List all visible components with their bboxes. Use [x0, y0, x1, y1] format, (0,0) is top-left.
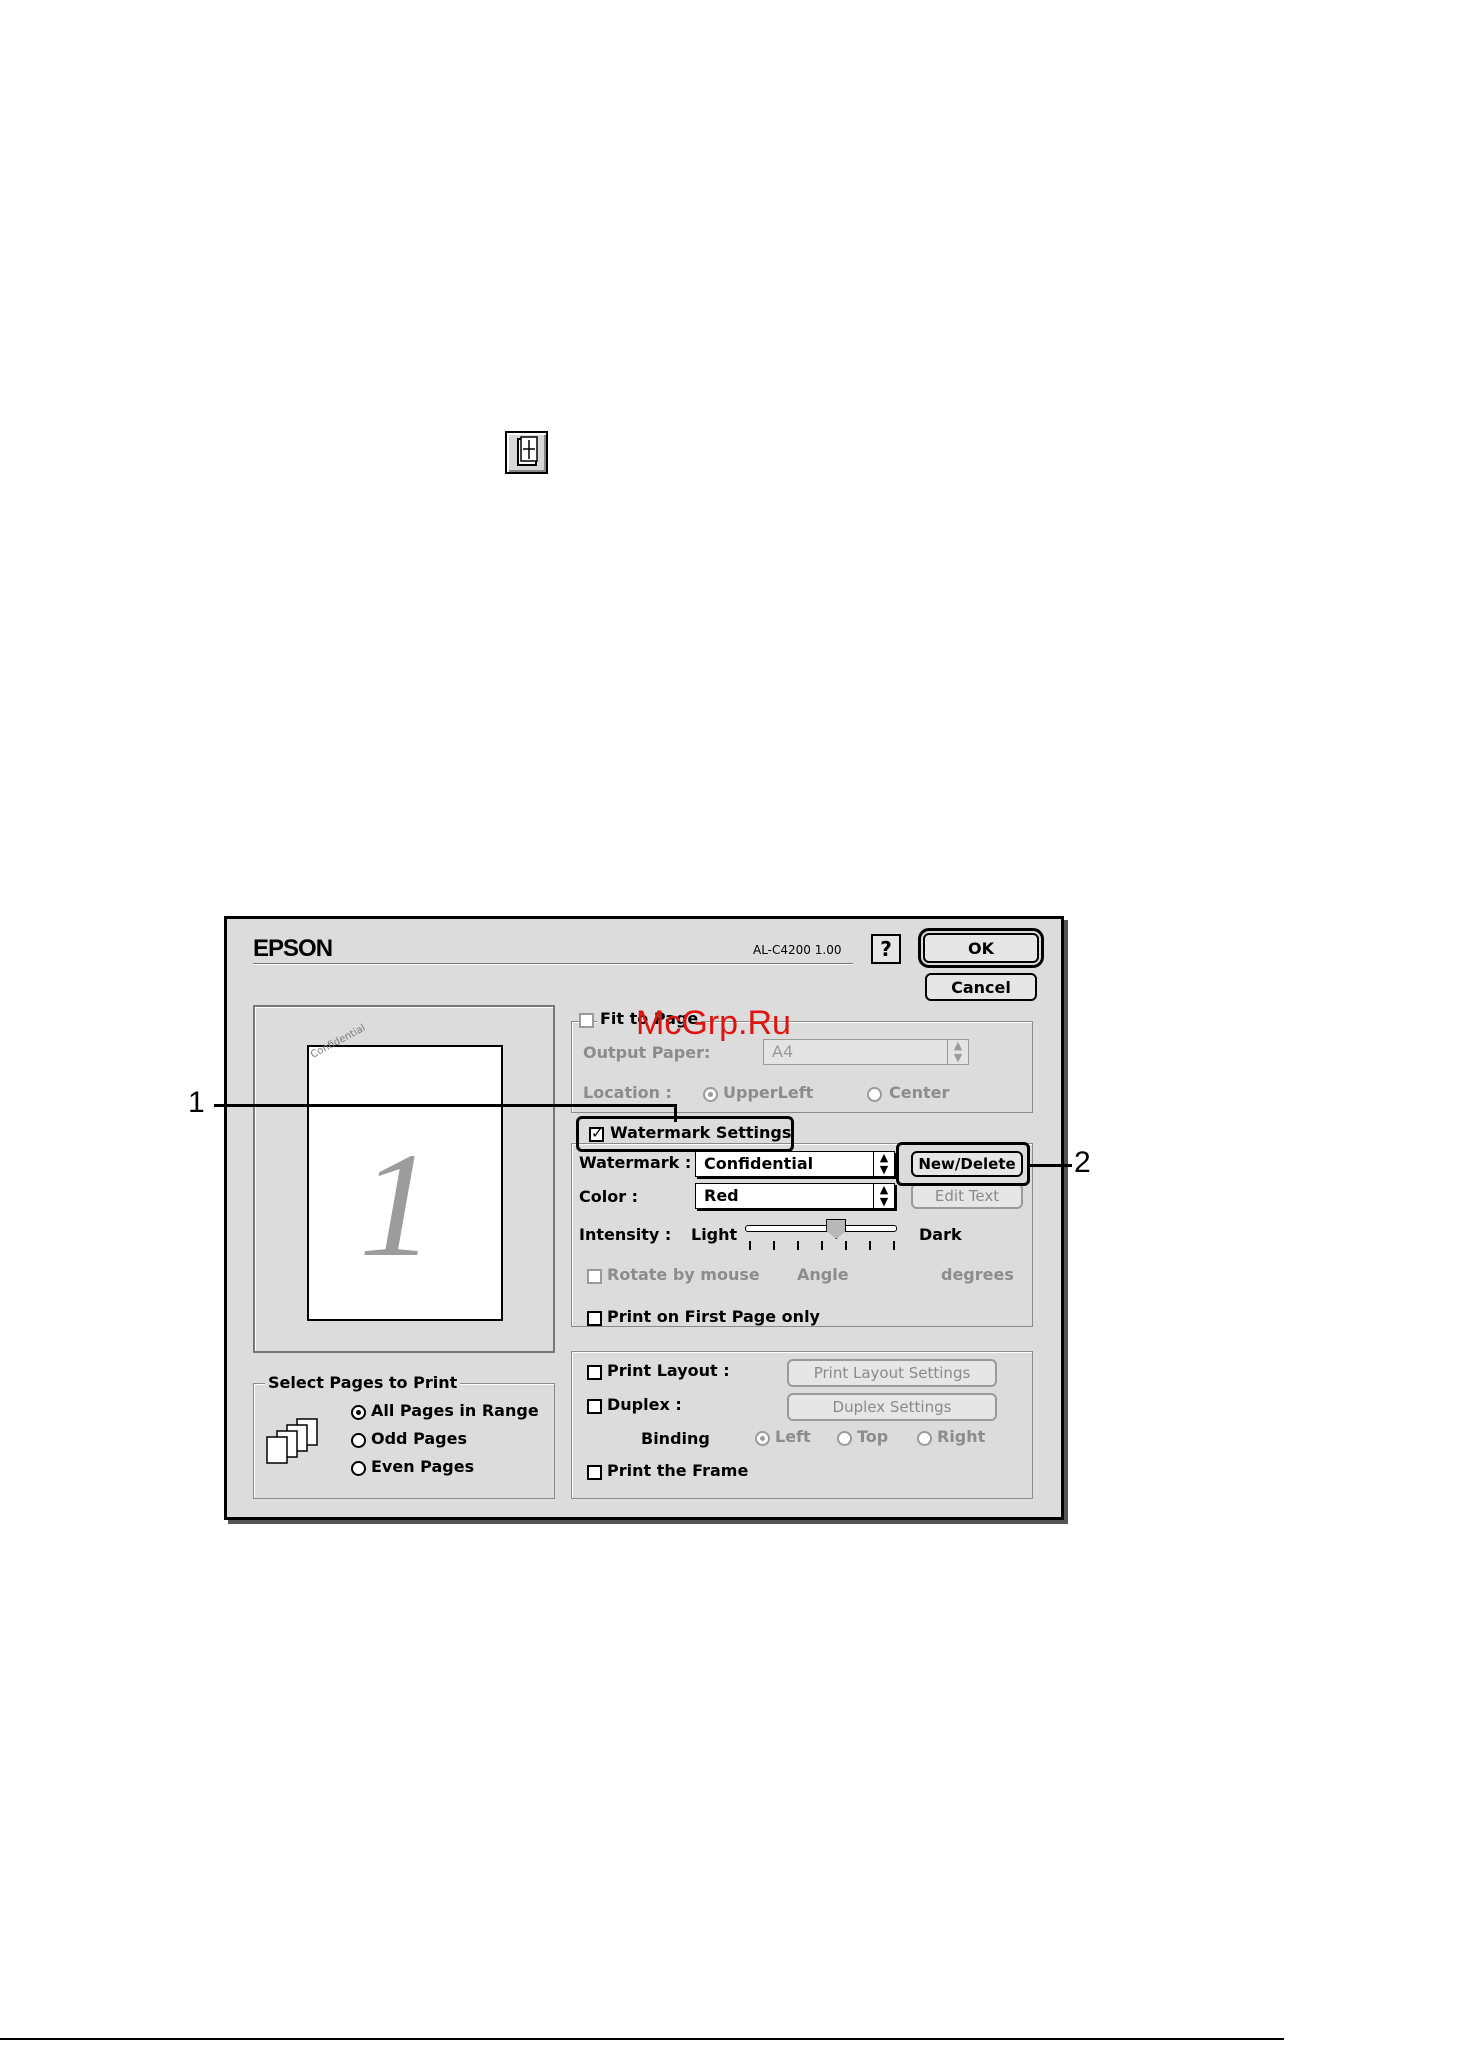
slider-tick [869, 1241, 871, 1250]
callout-line-1 [214, 1104, 676, 1107]
select-arrows-icon: ▲ ▼ [947, 1040, 968, 1064]
slider-tick [749, 1241, 751, 1250]
even-pages-label: Even Pages [371, 1457, 475, 1476]
location-label: Location : [583, 1083, 672, 1102]
location-center-label: Center [889, 1083, 950, 1102]
page-footer-rule [0, 2038, 1284, 2040]
all-pages-radio[interactable] [351, 1405, 366, 1420]
print-first-page-only-label: Print on First Page only [607, 1307, 820, 1326]
callout-number-2: 2 [1074, 1146, 1091, 1179]
preview-page-number: 1 [359, 1122, 434, 1288]
location-center-radio[interactable] [867, 1087, 882, 1102]
slider-tick [773, 1241, 775, 1250]
slider-tick [797, 1241, 799, 1250]
degrees-label: degrees [941, 1265, 1014, 1284]
color-value: Red [704, 1186, 739, 1205]
binding-label: Binding [641, 1429, 710, 1448]
intensity-slider-track[interactable] [745, 1225, 897, 1232]
print-layout-checkbox[interactable] [587, 1365, 602, 1380]
watermark-value: Confidential [704, 1154, 814, 1173]
slider-tick [893, 1241, 895, 1250]
rotate-by-mouse-label: Rotate by mouse [607, 1265, 760, 1284]
binding-right-radio[interactable] [917, 1431, 932, 1446]
rotate-by-mouse-checkbox[interactable] [587, 1269, 602, 1284]
help-button[interactable]: ? [871, 934, 901, 964]
binding-left-label: Left [775, 1427, 811, 1446]
watermark-select[interactable]: Confidential ▲ ▼ [695, 1151, 895, 1177]
output-paper-value: A4 [772, 1042, 794, 1061]
slider-tick [845, 1241, 847, 1250]
color-select[interactable]: Red ▲ ▼ [695, 1183, 895, 1209]
all-pages-label: All Pages in Range [371, 1401, 539, 1420]
color-label: Color : [579, 1187, 639, 1206]
print-the-frame-checkbox[interactable] [587, 1465, 602, 1480]
intensity-light-label: Light [691, 1225, 738, 1244]
printer-model-version: AL-C4200 1.00 [753, 943, 842, 957]
print-layout-icon [505, 431, 548, 474]
callout-number-1: 1 [188, 1086, 205, 1119]
callout-box-new-delete [896, 1142, 1030, 1186]
edit-text-button[interactable]: Edit Text [911, 1183, 1023, 1209]
callout-box-watermark-settings [576, 1116, 794, 1152]
location-upperleft-label: UpperLeft [723, 1083, 814, 1102]
print-first-page-only-checkbox[interactable] [587, 1311, 602, 1326]
callout-line-2 [1030, 1164, 1072, 1167]
location-upperleft-radio[interactable] [703, 1087, 718, 1102]
slider-tick [821, 1241, 823, 1250]
header-divider [253, 963, 853, 965]
output-paper-select[interactable]: A4 ▲ ▼ [763, 1039, 969, 1065]
binding-right-label: Right [937, 1427, 986, 1446]
select-pages-label: Select Pages to Print [265, 1373, 461, 1392]
intensity-label: Intensity : [579, 1225, 672, 1244]
binding-top-radio[interactable] [837, 1431, 852, 1446]
even-pages-radio[interactable] [351, 1461, 366, 1476]
odd-pages-radio[interactable] [351, 1433, 366, 1448]
fit-to-page-checkbox[interactable] [579, 1013, 594, 1028]
binding-top-label: Top [857, 1427, 889, 1446]
stacked-pages-icon [261, 1417, 327, 1469]
cancel-button[interactable]: Cancel [925, 973, 1037, 1001]
select-arrows-icon: ▲ ▼ [873, 1152, 894, 1176]
print-layout-label: Print Layout : [607, 1361, 730, 1380]
watermark-label: Watermark : [579, 1153, 692, 1172]
print-the-frame-label: Print the Frame [607, 1461, 749, 1480]
binding-left-radio[interactable] [755, 1431, 770, 1446]
print-layout-settings-button[interactable]: Print Layout Settings [787, 1359, 997, 1387]
site-watermark-text: McGrp.Ru [636, 1004, 791, 1042]
angle-label: Angle [797, 1265, 849, 1284]
intensity-dark-label: Dark [919, 1225, 962, 1244]
odd-pages-label: Odd Pages [371, 1429, 467, 1448]
select-arrows-icon: ▲ ▼ [873, 1184, 894, 1208]
epson-logo: EPSON [253, 935, 333, 962]
duplex-label: Duplex : [607, 1395, 682, 1414]
ok-button[interactable]: OK [918, 928, 1044, 968]
duplex-settings-button[interactable]: Duplex Settings [787, 1393, 997, 1421]
output-paper-label: Output Paper: [583, 1043, 711, 1062]
duplex-checkbox[interactable] [587, 1399, 602, 1414]
